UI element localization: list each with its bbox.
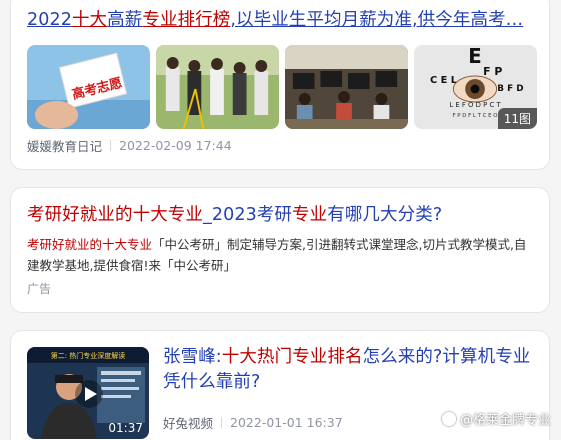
video-thumbnail[interactable]: 第二: 热门专业深度解读 01:37 xyxy=(27,347,149,439)
chart-row-4: B F D xyxy=(497,84,523,94)
source-name[interactable]: 媛媛教育日记 xyxy=(27,136,102,155)
chart-row-2: F P xyxy=(483,65,502,78)
chart-row-6: F P D F L T C E O xyxy=(452,113,497,119)
watermark-text: @格莱金牌专业 xyxy=(459,413,551,428)
title-segment[interactable]: _2023考研 xyxy=(203,205,292,225)
title-segment[interactable]: 高薪 xyxy=(107,10,142,30)
search-results-page: 2022十大高薪专业排行榜,以毕业生平均月薪为准,供今年高考… 高考志愿 E F… xyxy=(0,0,561,440)
chart-row-3: C E L xyxy=(430,75,458,86)
meta-divider xyxy=(221,417,223,428)
ad-label: 广告 xyxy=(27,282,52,296)
thumbnail-gaokao-sign[interactable]: 高考志愿 xyxy=(27,45,150,129)
thumbnail-students-outdoor[interactable] xyxy=(156,45,279,129)
image-gallery[interactable]: 高考志愿 E F P C E L B F D L E F O D P C T F… xyxy=(27,45,537,129)
image-count-badge: 11图 xyxy=(497,108,537,129)
thumbnail-eye-chart[interactable]: E F P C E L B F D L E F O D P C T F P D … xyxy=(414,45,537,129)
title-segment-highlight[interactable]: 专业 xyxy=(292,205,327,225)
title-segment[interactable]: ,以毕业生平均月薪为准,供今年高考… xyxy=(230,10,523,30)
result-card-2-ad[interactable]: 考研好就业的十大专业_2023考研专业有哪几大分类? 考研好就业的十大专业「中公… xyxy=(10,187,550,313)
title-segment[interactable]: 2022 xyxy=(27,10,72,30)
desc-highlight: 考研好就业的十大专业 xyxy=(27,237,153,252)
title-segment-highlight[interactable]: 十大热门专业排名 xyxy=(222,347,363,367)
source-name[interactable]: 好兔视频 xyxy=(163,413,213,432)
watermark-logo-icon xyxy=(441,411,456,426)
result-title-1[interactable]: 2022十大高薪专业排行榜,以毕业生平均月薪为准,供今年高考… xyxy=(27,7,535,33)
title-segment[interactable]: 有哪几大分类? xyxy=(327,205,442,225)
title-segment-highlight[interactable]: 专业排行榜 xyxy=(142,10,230,30)
video-duration: 01:37 xyxy=(108,421,143,435)
publish-time: 2022-01-01 16:37 xyxy=(230,415,343,430)
result-title-2[interactable]: 考研好就业的十大专业_2023考研专业有哪几大分类? xyxy=(27,202,535,228)
title-segment-highlight[interactable]: 十大 xyxy=(72,10,107,30)
result-meta-1: 媛媛教育日记 2022-02-09 17:44 xyxy=(27,136,232,155)
chart-row-5: L E F O D P C T xyxy=(449,101,501,109)
result-title-3[interactable]: 张雪峰:十大热门专业排名怎么来的?计算机专业凭什么靠前? xyxy=(163,345,535,395)
watermark: @格莱金牌专业 xyxy=(441,409,551,428)
result-description-2: 考研好就业的十大专业「中公考研」制定辅导方案,引进翻转式课堂理念,切片式教学模式… xyxy=(27,234,535,276)
chart-row-1: E xyxy=(468,45,481,68)
title-segment[interactable]: 张雪峰: xyxy=(163,347,222,367)
meta-divider xyxy=(110,140,112,151)
publish-time: 2022-02-09 17:44 xyxy=(119,138,232,153)
video-overlay-text: 第二: 热门专业深度解读 xyxy=(51,351,126,360)
title-segment-highlight[interactable]: 十大专业 xyxy=(133,205,203,225)
play-icon[interactable] xyxy=(75,380,103,408)
result-meta-3: 好兔视频 2022-01-01 16:37 xyxy=(163,413,343,432)
result-card-1[interactable]: 2022十大高薪专业排行榜,以毕业生平均月薪为准,供今年高考… 高考志愿 E F… xyxy=(10,0,550,170)
thumbnail-computer-lab[interactable] xyxy=(285,45,408,129)
title-segment-highlight[interactable]: 考研好就业的 xyxy=(27,205,133,225)
